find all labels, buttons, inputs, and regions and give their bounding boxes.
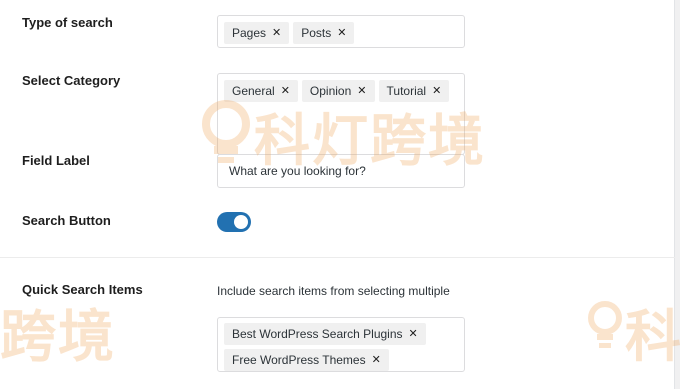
remove-tag-icon[interactable]: ✕ [432,83,441,99]
watermark-left: 跨境 [0,292,116,373]
field-label-value: What are you looking for? [229,164,366,178]
field-label-label: Field Label [22,153,90,168]
remove-tag-icon[interactable]: ✕ [357,83,366,99]
tag-label: Free WordPress Themes [232,353,366,367]
tag-tutorial: Tutorial ✕ [378,80,450,102]
remove-tag-icon[interactable]: ✕ [281,83,290,99]
toggle-knob [234,215,248,229]
quick-search-items-select[interactable]: Best WordPress Search Plugins ✕ Free Wor… [217,317,465,372]
type-of-search-label: Type of search [22,15,113,30]
quick-search-items-label: Quick Search Items [22,282,143,297]
quick-search-tags: Best WordPress Search Plugins ✕ Free Wor… [218,318,464,376]
tag-general: General ✕ [224,80,298,102]
remove-tag-icon[interactable]: ✕ [372,352,381,368]
tag-pages: Pages ✕ [224,22,290,44]
type-of-search-select[interactable]: Pages ✕ Posts ✕ [217,15,465,48]
bulb-logo-icon [588,301,622,348]
watermark-text-right: 科 [625,305,680,370]
tag-label: Best WordPress Search Plugins [232,327,403,341]
quick-search-help-text: Include search items from selecting mult… [217,284,450,298]
tag-label: Posts [301,26,332,40]
tag-posts: Posts ✕ [293,22,355,44]
tag-opinion: Opinion ✕ [301,80,375,102]
select-category-label: Select Category [22,73,121,88]
type-of-search-tags: Pages ✕ Posts ✕ [218,16,464,50]
tag-best-wordpress-search-plugins: Best WordPress Search Plugins ✕ [224,323,426,345]
remove-tag-icon[interactable]: ✕ [409,326,418,342]
section-divider [0,257,675,258]
select-category-tags: General ✕ Opinion ✕ Tutorial ✕ [218,74,464,108]
watermark-text-left: 跨境 [0,305,116,370]
tag-free-wordpress-themes: Free WordPress Themes ✕ [224,349,389,371]
scrollbar-track[interactable] [674,0,680,389]
tag-label: Pages [232,26,267,40]
tag-label: Tutorial [386,84,427,98]
search-button-label: Search Button [22,213,111,228]
tag-label: Opinion [309,84,352,98]
select-category-select[interactable]: General ✕ Opinion ✕ Tutorial ✕ [217,73,465,155]
remove-tag-icon[interactable]: ✕ [337,25,346,41]
remove-tag-icon[interactable]: ✕ [272,25,281,41]
tag-label: General [232,84,275,98]
search-button-toggle[interactable] [217,212,251,232]
field-label-input[interactable]: What are you looking for? [217,154,465,188]
